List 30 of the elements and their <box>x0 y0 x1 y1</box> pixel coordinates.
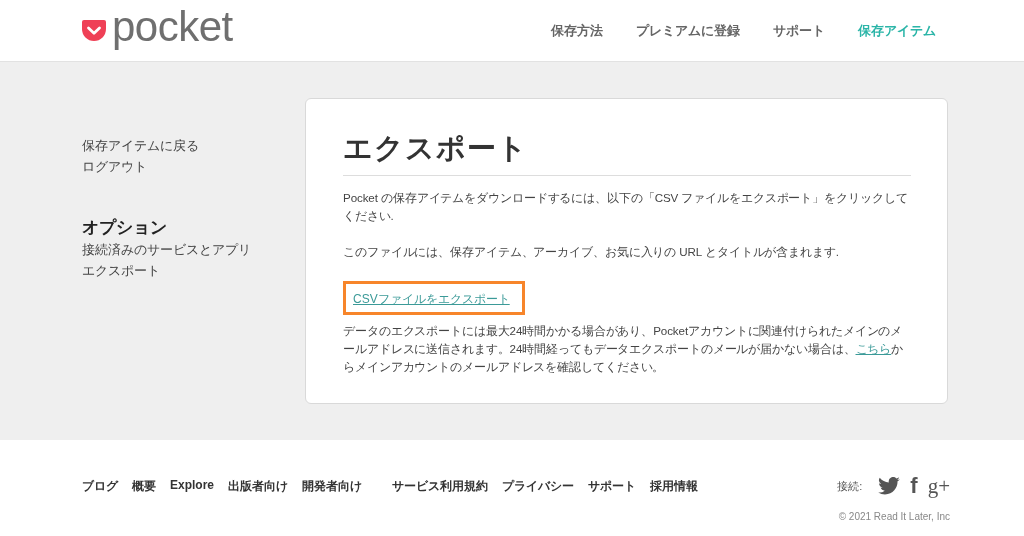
google-plus-icon[interactable]: g+ <box>927 473 950 499</box>
footer-link[interactable]: 出版者向け <box>228 477 288 495</box>
here-link[interactable]: こちら <box>855 342 892 356</box>
export-csv-link[interactable]: CSVファイルをエクスポート <box>353 292 510 306</box>
footer-link[interactable]: ブログ <box>82 477 118 495</box>
facebook-icon[interactable]: f <box>910 473 918 499</box>
footer-link[interactable]: サポート <box>588 477 636 495</box>
footer-link[interactable]: 開発者向け <box>302 477 362 495</box>
copyright-text: © 2021 Read It Later, Inc <box>837 511 950 522</box>
bird-icon[interactable] <box>878 477 901 495</box>
description-text: このファイルには、保存アイテム、アーカイブ、お気に入りの URL とタイトルが含まれます. <box>343 244 840 260</box>
page-title: エクスポート <box>343 129 911 176</box>
footer-link[interactable]: プライバシー <box>502 477 574 495</box>
pocket-logo-icon <box>82 19 106 42</box>
footer-link[interactable]: サービス利用規約 <box>392 477 488 495</box>
footer-link[interactable]: 採用情報 <box>650 477 698 495</box>
nav-link[interactable]: サポート <box>773 21 825 40</box>
logo-wordmark[interactable]: pocket <box>112 5 233 48</box>
footer-link[interactable]: Explore <box>170 477 214 495</box>
sidebar-link[interactable]: 保存アイテムに戻る <box>82 135 305 156</box>
description-text: Pocket の保存アイテムをダウンロードするには、以下の「CSV ファイルをエクスポート」をクリックしてください. <box>343 190 909 224</box>
connect-label: 接続: <box>837 478 863 494</box>
sidebar-heading: オプション <box>82 217 168 239</box>
sidebar-link[interactable]: ログアウト <box>82 156 305 177</box>
footer-link[interactable]: 概要 <box>132 477 156 495</box>
note-text: データのエクスポートには最大24時間かかる場合があり、Pocketアカウントに関連付けられたメインのメールアドレスに送信されます。24時間経ってもデータエクスポートのメールが届かない場合は、こちらからメインアカウントのメールアドレスを確認してください。 <box>343 323 905 375</box>
sidebar-link[interactable]: エクスポート <box>82 260 305 281</box>
sidebar-link[interactable]: 接続済みのサービスとアプリ <box>82 239 305 260</box>
nav-link[interactable]: 保存方法 <box>551 21 603 40</box>
nav-link[interactable]: プレミアムに登録 <box>636 21 740 40</box>
